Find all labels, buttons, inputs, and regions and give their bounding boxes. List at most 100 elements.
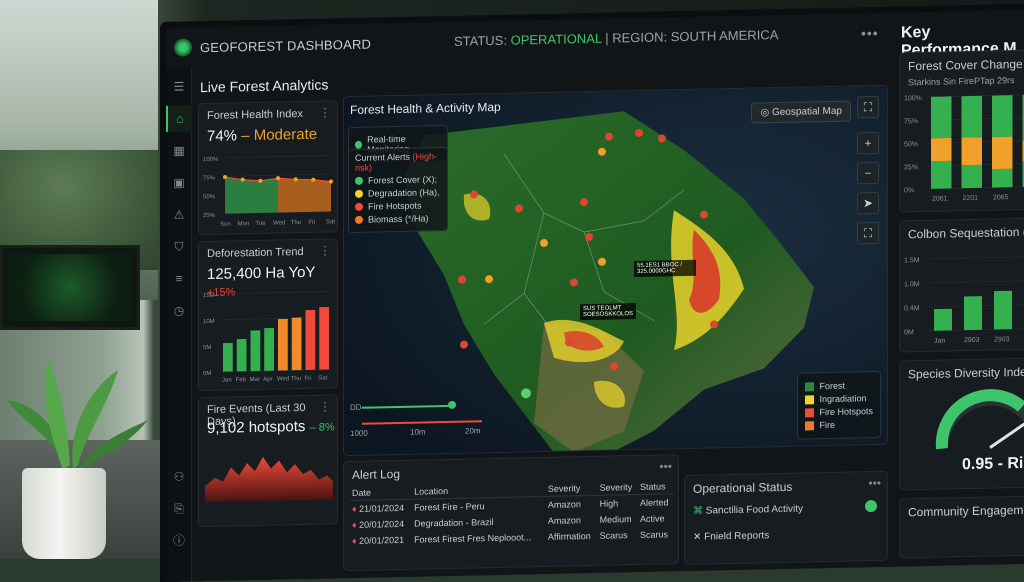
timeline-tick: 1000: [350, 429, 368, 438]
layer-degradation[interactable]: Degradation (Ha),: [355, 187, 441, 199]
layer-forest-cover[interactable]: Forest Cover (X);: [355, 174, 441, 186]
ops-row-label: Sanctilia Food Activity: [706, 504, 803, 517]
current-alerts-panel: Current Alerts (High-risk) Forest Cover …: [348, 147, 448, 233]
home-icon[interactable]: ⌂: [166, 105, 192, 132]
fullscreen-icon[interactable]: ⛶: [857, 96, 879, 118]
grid-line: [221, 291, 331, 293]
card-title: Forest Health Index: [207, 108, 303, 122]
sliders-icon[interactable]: ≡: [166, 265, 192, 292]
timeline-slider[interactable]: DD 1000 10m 20m: [350, 398, 490, 441]
y-tick-label: 1.0M: [904, 281, 920, 288]
grid-line: [928, 280, 1024, 283]
card-menu-icon[interactable]: ⋮: [319, 243, 331, 257]
x-tick-label: Sun: [220, 222, 231, 228]
zoom-in-icon[interactable]: +: [857, 132, 879, 154]
forest-health-card: Forest Health Index ⋮ 74% – Moderate 100…: [198, 100, 338, 235]
realtime-dot-icon: [355, 141, 362, 149]
status-label: STATUS:: [454, 33, 507, 49]
ops-row-label: Fnield Reports: [704, 530, 769, 542]
forest-cover-card: Forest Cover Change C Starkins Sin FireP…: [899, 49, 1024, 212]
ops-title: Operational Status: [693, 480, 792, 496]
card-menu-icon[interactable]: ⋮: [319, 105, 331, 119]
locate-icon[interactable]: ➤: [857, 192, 879, 214]
card-menu-icon[interactable]: •••: [868, 476, 881, 490]
fire-icon: ♦: [352, 504, 357, 514]
layer-biomass[interactable]: Biomass (*/Ha): [355, 213, 441, 225]
shield-icon[interactable]: ⛉: [166, 233, 192, 260]
deforestation-chart: 15M10M5M0MJanFebMarAprWedThuFriSat: [203, 285, 335, 388]
row-region: Amazon: [546, 512, 598, 529]
legend-fire: Fire: [805, 419, 873, 430]
card-title: Forest Cover Change C: [908, 57, 1024, 74]
card-menu-icon[interactable]: •••: [659, 459, 672, 473]
y-tick-label: 75%: [203, 176, 216, 182]
timeline-handle[interactable]: [448, 401, 456, 409]
background-monitor: [0, 245, 140, 330]
expand-icon[interactable]: ⛶: [857, 222, 879, 244]
app-title: GEOFOREST DASHBOARD: [200, 36, 371, 55]
x-tick-label: Fri: [305, 376, 312, 382]
x-tick-label: Sat: [326, 219, 335, 225]
y-tick-label: 0M: [904, 329, 914, 336]
geospatial-map-button[interactable]: ◎ Geospatial Map: [751, 101, 851, 124]
layer-dot-icon: [355, 190, 363, 198]
alert-icon[interactable]: ⚠: [166, 201, 192, 228]
grid-icon[interactable]: ▦: [166, 137, 192, 164]
hotspot-change: – 8%: [310, 421, 335, 434]
timeline-tick: 10m: [410, 427, 426, 436]
export-icon[interactable]: ⎘: [166, 495, 192, 522]
row-date: 20/01/2021: [359, 535, 404, 546]
x-tick-label: Thu: [291, 220, 301, 226]
geo-button-label: Geospatial Map: [772, 106, 842, 118]
legend-label: Fire: [819, 420, 835, 430]
card-title: Deforestation Trend: [207, 246, 304, 260]
zoom-out-icon[interactable]: −: [857, 162, 879, 184]
bar: [964, 296, 982, 330]
bar-segment: [962, 96, 983, 138]
card-menu-icon[interactable]: ⋮: [319, 399, 331, 413]
layer-fire-hotspots[interactable]: Fire Hotspots: [355, 200, 441, 212]
calendar-icon[interactable]: ▣: [166, 169, 192, 196]
x-tick-label: Jan: [222, 377, 232, 383]
card-title: Colbon Sequestation (: [908, 225, 1024, 241]
bar-segment: [962, 165, 983, 188]
x-tick-label: 2065: [993, 194, 1009, 201]
legend-fire-hotspots: Fire Hotspots: [805, 406, 873, 417]
bar-segment: [931, 161, 952, 189]
activity-status-dot[interactable]: [865, 500, 877, 512]
clock-icon[interactable]: ◷: [166, 297, 192, 324]
bar-segment: [931, 138, 952, 161]
menu-icon[interactable]: ☰: [166, 73, 192, 100]
x-tick-label: 2061: [932, 196, 948, 203]
hotspot-count: 9,102 hotspots: [207, 418, 305, 437]
row-severity: Medium: [598, 511, 638, 528]
row-status: Alerted: [638, 494, 674, 511]
ops-row-reports[interactable]: ✕ Fnield Reports: [693, 530, 769, 543]
legend-label: Ingradiation: [819, 393, 866, 404]
operational-status-card: Operational Status ••• ⌘ Sanctilia Food …: [684, 471, 888, 565]
y-tick-label: 1.5M: [904, 257, 920, 264]
ops-row-activity[interactable]: ⌘ Sanctilia Food Activity: [693, 504, 803, 517]
carbon-chart: 1.5M1.0M0.4M0MJan29032903: [904, 246, 1024, 349]
satellite-icon: ⌘: [693, 506, 703, 517]
more-options-icon[interactable]: •••: [861, 25, 879, 41]
map-controls: ⛶ + − ➤ ⛶: [857, 96, 879, 252]
bar: [251, 330, 261, 371]
area-moderate: [278, 177, 331, 212]
layer-label: Forest Cover (X);: [368, 174, 437, 185]
y-tick-label: 0.4M: [904, 305, 920, 312]
plant-pot: [22, 468, 106, 559]
deforestation-amount: 125,400 Ha YoY: [207, 264, 315, 283]
y-tick-label: 5M: [203, 345, 211, 351]
app-logo-icon: [174, 38, 192, 56]
fire-events-chart: [205, 443, 333, 502]
users-icon[interactable]: ⚇: [166, 463, 192, 490]
bar: [306, 310, 316, 370]
info-icon[interactable]: ⓘ: [166, 527, 192, 554]
layer-label: Biomass (*/Ha): [368, 213, 429, 224]
card-title: Species Diversity Index: [908, 365, 1024, 382]
fire-events-card: Fire Events (Last 30 Days) ⋮ 9,102 hotsp…: [198, 394, 338, 527]
row-region: Affirmation: [546, 528, 598, 545]
forest-activity-map[interactable]: Forest Health & Activity Map ◎ Geospatia…: [343, 85, 888, 456]
alerts-title: Current Alerts (High-risk): [355, 151, 441, 173]
